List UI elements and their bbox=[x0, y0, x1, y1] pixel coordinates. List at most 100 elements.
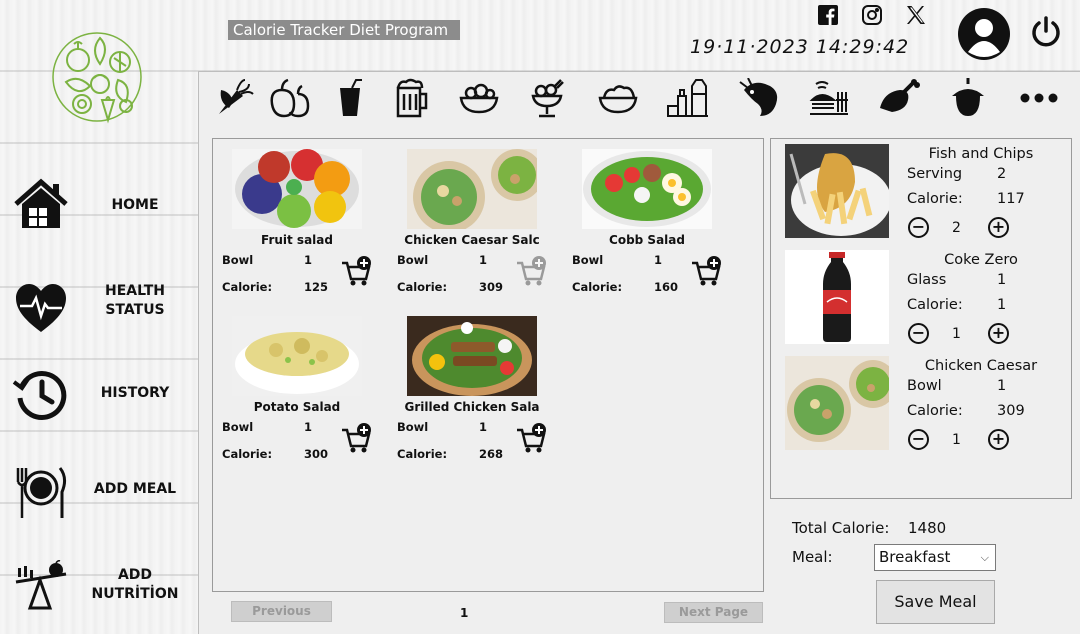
decrease-quantity-button[interactable]: − bbox=[908, 323, 929, 344]
beer-icon[interactable] bbox=[390, 78, 434, 118]
decrease-quantity-button[interactable]: − bbox=[908, 429, 929, 450]
add-to-cart-icon[interactable] bbox=[340, 422, 374, 454]
selected-item-unit: Bowl bbox=[907, 378, 942, 394]
next-page-button[interactable]: Next Page bbox=[664, 602, 763, 623]
grocery-icon[interactable] bbox=[666, 78, 710, 118]
sidebar-label: HISTORY bbox=[100, 385, 170, 401]
instagram-icon[interactable] bbox=[861, 4, 883, 26]
selected-item-name: Coke Zero bbox=[944, 252, 1018, 268]
meal-type-value: Breakfast bbox=[879, 548, 951, 566]
selected-item-image bbox=[785, 144, 889, 238]
meal-name: Potato Salad bbox=[253, 400, 341, 414]
add-to-cart-icon[interactable] bbox=[515, 422, 549, 454]
chevron-down-icon: ⌵ bbox=[980, 551, 989, 564]
meal-name: Cobb Salad bbox=[609, 233, 685, 247]
meal-card-cobb-salad[interactable]: Cobb Salad Bowl 1 Calorie: 160 bbox=[562, 149, 732, 309]
sidebar-item-add-meal[interactable]: ADD MEAL bbox=[0, 442, 198, 532]
increase-quantity-button[interactable]: + bbox=[988, 323, 1009, 344]
selected-item-fish-and-chips: Fish and Chips Serving 2 Calorie: 117 − … bbox=[771, 144, 1071, 248]
previous-page-button[interactable]: Previous bbox=[231, 601, 332, 622]
selected-item-calorie-label: Calorie: bbox=[907, 191, 963, 207]
meat-icon[interactable] bbox=[876, 78, 920, 118]
selected-item-image bbox=[785, 250, 889, 344]
selected-item-unit-qty: 1 bbox=[997, 272, 1007, 288]
nuts-icon[interactable] bbox=[946, 78, 990, 118]
fast-food-icon[interactable] bbox=[806, 78, 850, 118]
selected-item-name: Chicken Caesar bbox=[924, 358, 1038, 374]
app-logo bbox=[48, 24, 146, 130]
sidebar-item-home[interactable]: HOME bbox=[0, 160, 198, 250]
fruits-icon[interactable] bbox=[268, 78, 312, 118]
selected-item-unit-qty: 1 bbox=[997, 378, 1007, 394]
meal-card-fruit-salad[interactable]: Fruit salad Bowl 1 Calorie: 125 bbox=[212, 149, 382, 309]
sidebar-item-add-nutrition[interactable]: ADD NUTRİTİON bbox=[0, 556, 198, 634]
increase-quantity-button[interactable]: + bbox=[988, 217, 1009, 238]
meal-image bbox=[582, 149, 712, 229]
selected-item-unit: Glass bbox=[907, 272, 947, 288]
add-to-cart-icon[interactable] bbox=[690, 255, 724, 287]
add-to-cart-icon[interactable] bbox=[515, 255, 549, 287]
selected-item-name: Fish and Chips bbox=[928, 146, 1034, 162]
meal-calorie-label: Calorie: bbox=[222, 447, 273, 461]
add-to-cart-icon[interactable] bbox=[340, 255, 374, 287]
sidebar-item-history[interactable]: HISTORY bbox=[0, 348, 198, 438]
salad-bowl-icon[interactable] bbox=[457, 78, 501, 118]
facebook-icon[interactable] bbox=[817, 4, 839, 26]
meal-image bbox=[232, 316, 362, 396]
meal-calorie-label: Calorie: bbox=[397, 447, 448, 461]
selected-item-calorie-label: Calorie: bbox=[907, 403, 963, 419]
sidebar-item-health-status[interactable]: HEALTH STATUS bbox=[0, 254, 198, 344]
meal-calorie: 160 bbox=[654, 280, 679, 294]
selected-item-coke-zero: Coke Zero Glass 1 Calorie: 1 − 1 + bbox=[771, 250, 1071, 354]
selected-item-quantity: 2 bbox=[952, 220, 961, 236]
meal-name: Chicken Caesar Salc bbox=[404, 233, 540, 247]
scale-apple-icon bbox=[12, 560, 70, 618]
vegetables-icon[interactable] bbox=[213, 78, 257, 118]
selected-item-quantity: 1 bbox=[952, 326, 961, 342]
meal-unit: Bowl bbox=[222, 253, 254, 267]
meal-qty: 1 bbox=[304, 420, 313, 434]
selected-item-calorie: 117 bbox=[997, 191, 1025, 207]
date-time-display: 19·11·2023 14:29:42 bbox=[690, 36, 910, 58]
meal-calorie: 309 bbox=[479, 280, 504, 294]
meal-card-chicken-caesar-salad[interactable]: Chicken Caesar Salc Bowl 1 Calorie: 309 bbox=[387, 149, 557, 309]
meal-card-grilled-chicken-salad[interactable]: Grilled Chicken Sala Bowl 1 Calorie: 268 bbox=[387, 316, 557, 476]
meal-calorie-label: Calorie: bbox=[222, 280, 273, 294]
meal-unit: Bowl bbox=[222, 420, 254, 434]
meal-calorie: 125 bbox=[304, 280, 329, 294]
selected-item-chicken-caesar: Chicken Caesar Bowl 1 Calorie: 309 − 1 + bbox=[771, 356, 1071, 460]
selected-item-calorie-label: Calorie: bbox=[907, 297, 963, 313]
sidebar-label: HEALTH bbox=[105, 283, 165, 299]
app-title: Calorie Tracker Diet Program bbox=[228, 20, 460, 40]
user-icon[interactable] bbox=[958, 8, 1010, 60]
save-meal-button[interactable]: Save Meal bbox=[876, 580, 995, 624]
salad-icon[interactable] bbox=[596, 78, 640, 118]
plate-cutlery-icon bbox=[12, 464, 70, 522]
sidebar-label: ADD MEAL bbox=[93, 481, 177, 497]
meal-unit: Bowl bbox=[397, 420, 429, 434]
meal-type-label: Meal: bbox=[792, 548, 833, 566]
meal-image bbox=[407, 316, 537, 396]
meal-card-potato-salad[interactable]: Potato Salad Bowl 1 Calorie: 300 bbox=[212, 316, 382, 476]
heart-pulse-icon bbox=[12, 280, 70, 338]
decrease-quantity-button[interactable]: − bbox=[908, 217, 929, 238]
increase-quantity-button[interactable]: + bbox=[988, 429, 1009, 450]
drink-icon[interactable] bbox=[328, 78, 372, 118]
home-icon bbox=[12, 176, 70, 234]
meal-image bbox=[232, 149, 362, 229]
total-calorie-value: 1480 bbox=[908, 519, 947, 537]
more-icon[interactable] bbox=[1017, 78, 1061, 118]
power-icon[interactable] bbox=[1028, 14, 1064, 50]
meal-calorie-label: Calorie: bbox=[397, 280, 448, 294]
sidebar-label: HOME bbox=[111, 197, 159, 213]
meal-type-select[interactable]: Breakfast ⌵ bbox=[874, 544, 996, 571]
x-icon[interactable] bbox=[905, 4, 927, 26]
seafood-icon[interactable] bbox=[738, 77, 782, 118]
dessert-icon[interactable] bbox=[525, 78, 569, 118]
page-number: 1 bbox=[460, 606, 469, 620]
selected-item-quantity: 1 bbox=[952, 432, 961, 448]
history-icon bbox=[12, 366, 70, 424]
selected-item-calorie: 1 bbox=[997, 297, 1007, 313]
meal-unit: Bowl bbox=[397, 253, 429, 267]
meal-calorie-label: Calorie: bbox=[572, 280, 623, 294]
